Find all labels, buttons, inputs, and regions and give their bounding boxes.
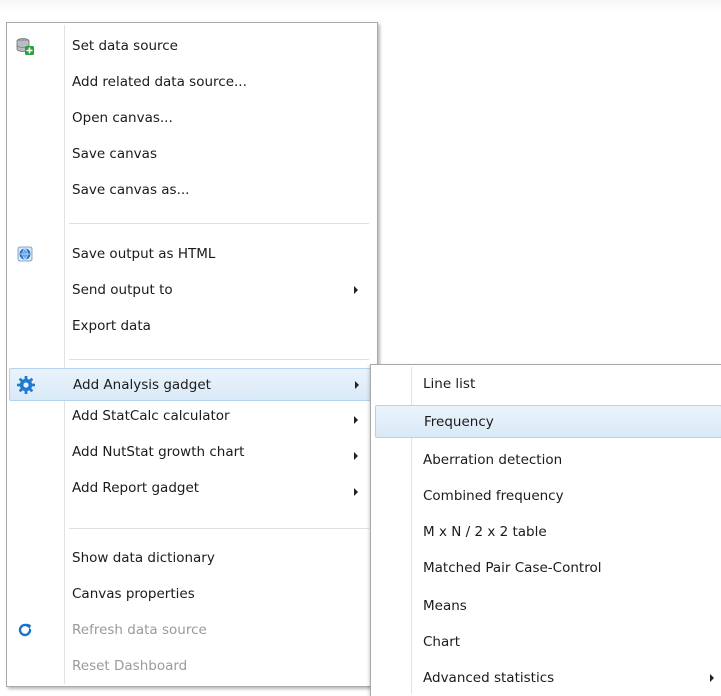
menu-item-label: Combined frequency: [423, 488, 564, 504]
menu-item-save-canvas-as[interactable]: Save canvas as...: [9, 174, 375, 207]
menu-item-label: Refresh data source: [72, 622, 207, 638]
submenu-item-combined-frequency[interactable]: Combined frequency: [375, 480, 721, 513]
refresh-icon: [15, 620, 35, 640]
submenu-item-means[interactable]: Means: [375, 590, 721, 623]
submenu-item-matched-pair-case-control[interactable]: Matched Pair Case-Control: [375, 552, 721, 585]
menu-item-label: Reset Dashboard: [72, 658, 188, 674]
submenu-arrow-icon: [354, 286, 358, 294]
menu-item-label: Save canvas: [72, 146, 157, 162]
submenu-arrow-icon: [354, 416, 358, 424]
menu-item-save-output-as-html[interactable]: Save output as HTML: [9, 238, 375, 271]
submenu-arrow-icon: [710, 674, 714, 682]
menu-item-label: Matched Pair Case-Control: [423, 560, 602, 576]
submenu-item-mxn-2x2-table[interactable]: M x N / 2 x 2 table: [375, 516, 721, 549]
menu-item-canvas-properties[interactable]: Canvas properties: [9, 578, 375, 611]
submenu-arrow-icon: [354, 452, 358, 460]
menu-item-label: M x N / 2 x 2 table: [423, 524, 547, 540]
menu-item-label: Open canvas...: [72, 110, 173, 126]
menu-item-label: Chart: [423, 634, 461, 650]
window-top-edge: [0, 0, 721, 14]
gear-icon: [16, 375, 36, 395]
menu-item-label: Add StatCalc calculator: [72, 408, 230, 424]
menu-item-label: Save canvas as...: [72, 182, 190, 198]
menu-separator: [69, 528, 369, 529]
menu-item-add-analysis-gadget[interactable]: Add Analysis gadget: [9, 368, 375, 401]
menu-item-label: Advanced statistics: [423, 670, 555, 686]
menu-item-send-output-to[interactable]: Send output to: [9, 274, 375, 307]
menu-item-label: Add Analysis gadget: [73, 377, 211, 393]
menu-item-label: Add NutStat growth chart: [72, 444, 245, 460]
menu-item-label: Export data: [72, 318, 151, 334]
menu-item-label: Aberration detection: [423, 452, 563, 468]
menu-item-label: Show data dictionary: [72, 550, 215, 566]
menu-item-label: Canvas properties: [72, 586, 195, 602]
submenu-item-line-list[interactable]: Line list: [375, 368, 721, 401]
menu-item-export-data[interactable]: Export data: [9, 310, 375, 343]
submenu-arrow-icon: [354, 488, 358, 496]
menu-item-label: Line list: [423, 376, 476, 392]
submenu-item-aberration-detection[interactable]: Aberration detection: [375, 444, 721, 477]
menu-item-label: Add related data source...: [72, 74, 247, 90]
analysis-gadget-submenu: Line list Frequency Aberration detection…: [370, 364, 721, 696]
menu-item-add-nutstat-growth-chart[interactable]: Add NutStat growth chart: [9, 440, 375, 473]
menu-item-set-data-source[interactable]: Set data source: [9, 30, 375, 63]
menu-item-open-canvas[interactable]: Open canvas...: [9, 102, 375, 135]
menu-item-show-data-dictionary[interactable]: Show data dictionary: [9, 542, 375, 575]
menu-item-refresh-data-source[interactable]: Refresh data source: [9, 614, 375, 647]
menu-item-label: Send output to: [72, 282, 173, 298]
submenu-item-chart[interactable]: Chart: [375, 626, 721, 659]
context-menu: Set data source Add related data source.…: [6, 22, 378, 687]
menu-item-label: Frequency: [424, 414, 494, 430]
menu-item-label: Save output as HTML: [72, 246, 216, 262]
menu-separator: [69, 359, 369, 360]
submenu-arrow-icon: [355, 381, 359, 389]
menu-item-add-statcalc-calculator[interactable]: Add StatCalc calculator: [9, 404, 375, 437]
menu-separator: [69, 223, 369, 224]
menu-item-label: Add Report gadget: [72, 480, 200, 496]
menu-item-save-canvas[interactable]: Save canvas: [9, 138, 375, 171]
database-add-icon: [15, 36, 35, 56]
menu-item-add-related-data-source[interactable]: Add related data source...: [9, 66, 375, 99]
menu-item-reset-dashboard[interactable]: Reset Dashboard: [9, 650, 375, 683]
menu-item-label: Means: [423, 598, 467, 614]
menu-item-label: Set data source: [72, 38, 178, 54]
globe-html-icon: [15, 244, 35, 264]
submenu-item-frequency[interactable]: Frequency: [375, 405, 721, 438]
submenu-item-advanced-statistics[interactable]: Advanced statistics: [375, 662, 721, 695]
menu-item-add-report-gadget[interactable]: Add Report gadget: [9, 476, 375, 509]
